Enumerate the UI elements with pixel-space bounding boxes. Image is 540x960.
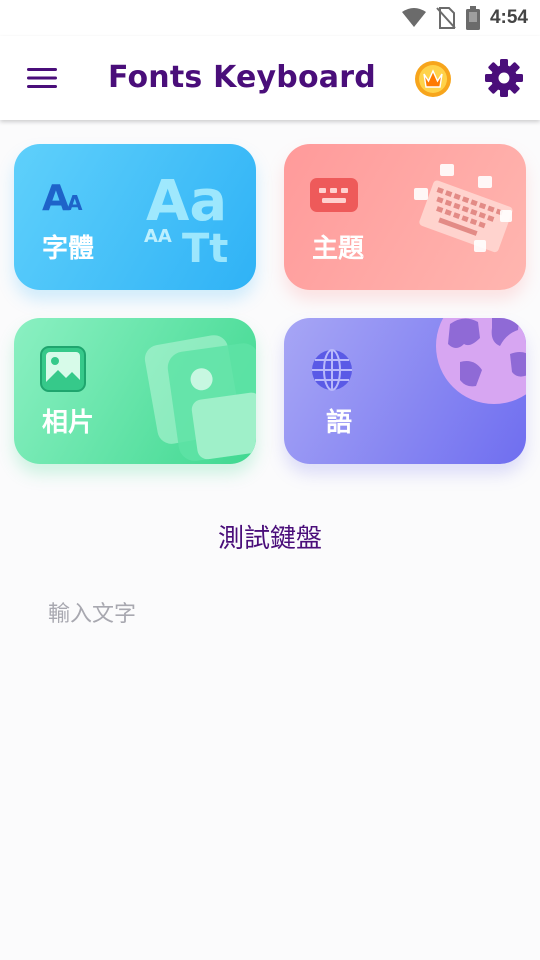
keyboard-art-decoration [414, 164, 513, 253]
svg-text:A: A [42, 178, 70, 214]
status-time: 4:54 [489, 7, 528, 28]
menu-button[interactable] [22, 58, 62, 98]
menu-icon [27, 68, 57, 88]
battery-icon [465, 6, 480, 30]
app-bar: Fonts Keyboard [0, 36, 540, 120]
photo-art-decoration [144, 335, 256, 461]
photo-card[interactable]: 相片 [14, 318, 256, 464]
font-art-decoration: Aa AA Tt [144, 169, 228, 270]
image-icon [40, 346, 86, 392]
theme-card[interactable]: 主題 [284, 144, 526, 290]
globe-icon [312, 349, 352, 391]
font-art-tt: Tt [182, 226, 228, 270]
font-art-small: AA [144, 226, 172, 247]
gear-icon [485, 59, 523, 97]
status-icons: 4:54 [401, 0, 528, 36]
premium-button[interactable] [414, 60, 452, 98]
test-text-input[interactable] [30, 586, 510, 642]
svg-text:A: A [67, 191, 83, 214]
wifi-icon [401, 8, 426, 27]
globe-decoration [436, 318, 526, 404]
fonts-card-label: 字體 [42, 234, 95, 264]
test-keyboard-title: 測試鍵盤 [217, 524, 322, 554]
language-card-label: 語 [326, 408, 353, 438]
language-card[interactable]: 語 [284, 318, 526, 464]
fonts-card[interactable]: A A Aa AA Tt 字體 [14, 144, 256, 290]
app-title: Fonts Keyboard [108, 60, 376, 95]
status-bar: 4:54 [0, 0, 540, 36]
theme-card-label: 主題 [312, 234, 365, 264]
no-sim-icon [436, 7, 456, 29]
font-icon: A A [42, 178, 83, 214]
keyboard-icon [310, 178, 358, 212]
font-art-big: Aa [146, 169, 227, 234]
crown-icon [415, 61, 451, 97]
photo-card-label: 相片 [42, 408, 95, 438]
settings-button[interactable] [484, 58, 524, 98]
